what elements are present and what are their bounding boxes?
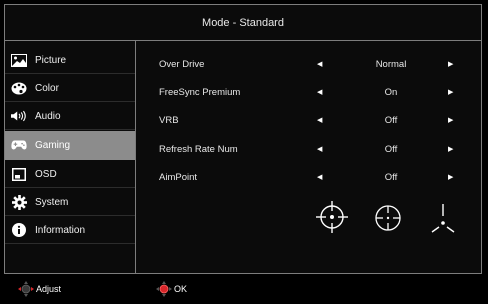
setting-row-vrb[interactable]: VRB ◀ Off ▶ — [136, 108, 481, 132]
sidebar-item-information[interactable]: Information — [5, 217, 135, 244]
arrow-left-icon[interactable]: ◀ — [317, 145, 322, 153]
dpad-press-icon — [156, 281, 172, 297]
sidebar: Picture Color Audio Gaming OSD System In… — [5, 40, 136, 273]
setting-row-aimpoint[interactable]: AimPoint ◀ Off ▶ — [136, 165, 481, 189]
setting-label: FreeSync Premium — [159, 86, 241, 98]
setting-value: Off — [384, 114, 398, 126]
gamepad-icon — [11, 138, 27, 152]
arrow-right-icon[interactable]: ▶ — [448, 173, 453, 181]
sidebar-item-picture[interactable]: Picture — [5, 47, 135, 74]
mode-title: Mode - Standard — [202, 16, 284, 29]
sidebar-item-label: Information — [35, 224, 86, 236]
sidebar-item-label: Color — [35, 82, 59, 94]
setting-label: Over Drive — [159, 58, 205, 70]
arrow-right-icon[interactable]: ▶ — [448, 60, 453, 68]
mode-title-bar: Mode - Standard — [5, 5, 481, 41]
sidebar-item-label: System — [35, 196, 69, 208]
sidebar-item-audio[interactable]: Audio — [5, 103, 135, 130]
picture-icon — [11, 53, 27, 67]
sidebar-item-gaming[interactable]: Gaming — [5, 131, 135, 160]
setting-label: VRB — [159, 114, 179, 126]
setting-value: Off — [384, 143, 398, 155]
crosshair-tri-icon[interactable] — [424, 202, 462, 243]
arrow-right-icon[interactable]: ▶ — [448, 145, 453, 153]
osd-menu: Mode - Standard Picture Color Audio Gami… — [4, 4, 482, 274]
footer-hints: Adjust OK — [0, 274, 488, 304]
crosshair-dotted-circle-icon[interactable] — [371, 201, 405, 240]
speaker-icon — [11, 109, 27, 123]
sidebar-item-system[interactable]: System — [5, 189, 135, 216]
setting-row-over-drive[interactable]: Over Drive ◀ Normal ▶ — [136, 52, 481, 76]
sidebar-item-label: Gaming — [35, 139, 71, 151]
dpad-left-right-icon — [18, 281, 34, 297]
ok-hint: OK — [155, 274, 187, 304]
setting-row-freesync-premium[interactable]: FreeSync Premium ◀ On ▶ — [136, 80, 481, 104]
setting-value: On — [384, 86, 398, 98]
osd-window-icon — [11, 167, 27, 181]
setting-value: Normal — [375, 58, 407, 70]
setting-value: Off — [384, 171, 398, 183]
adjust-hint: Adjust — [17, 274, 61, 304]
arrow-right-icon[interactable]: ▶ — [448, 88, 453, 96]
adjust-label: Adjust — [36, 284, 62, 294]
arrow-right-icon[interactable]: ▶ — [448, 116, 453, 124]
arrow-left-icon[interactable]: ◀ — [317, 173, 322, 181]
setting-row-refresh-rate-num[interactable]: Refresh Rate Num ◀ Off ▶ — [136, 137, 481, 161]
sidebar-item-color[interactable]: Color — [5, 75, 135, 102]
gear-icon — [11, 194, 27, 210]
arrow-left-icon[interactable]: ◀ — [317, 116, 322, 124]
palette-icon — [11, 81, 27, 95]
sidebar-item-label: OSD — [35, 168, 57, 180]
setting-label: AimPoint — [159, 171, 198, 183]
sidebar-item-osd[interactable]: OSD — [5, 161, 135, 188]
arrow-left-icon[interactable]: ◀ — [317, 60, 322, 68]
arrow-left-icon[interactable]: ◀ — [317, 88, 322, 96]
sidebar-item-label: Audio — [35, 110, 61, 122]
setting-label: Refresh Rate Num — [159, 143, 238, 155]
sidebar-item-label: Picture — [35, 54, 67, 66]
ok-label: OK — [174, 284, 188, 294]
info-icon — [11, 223, 27, 237]
crosshair-circle-icon[interactable] — [315, 200, 349, 239]
